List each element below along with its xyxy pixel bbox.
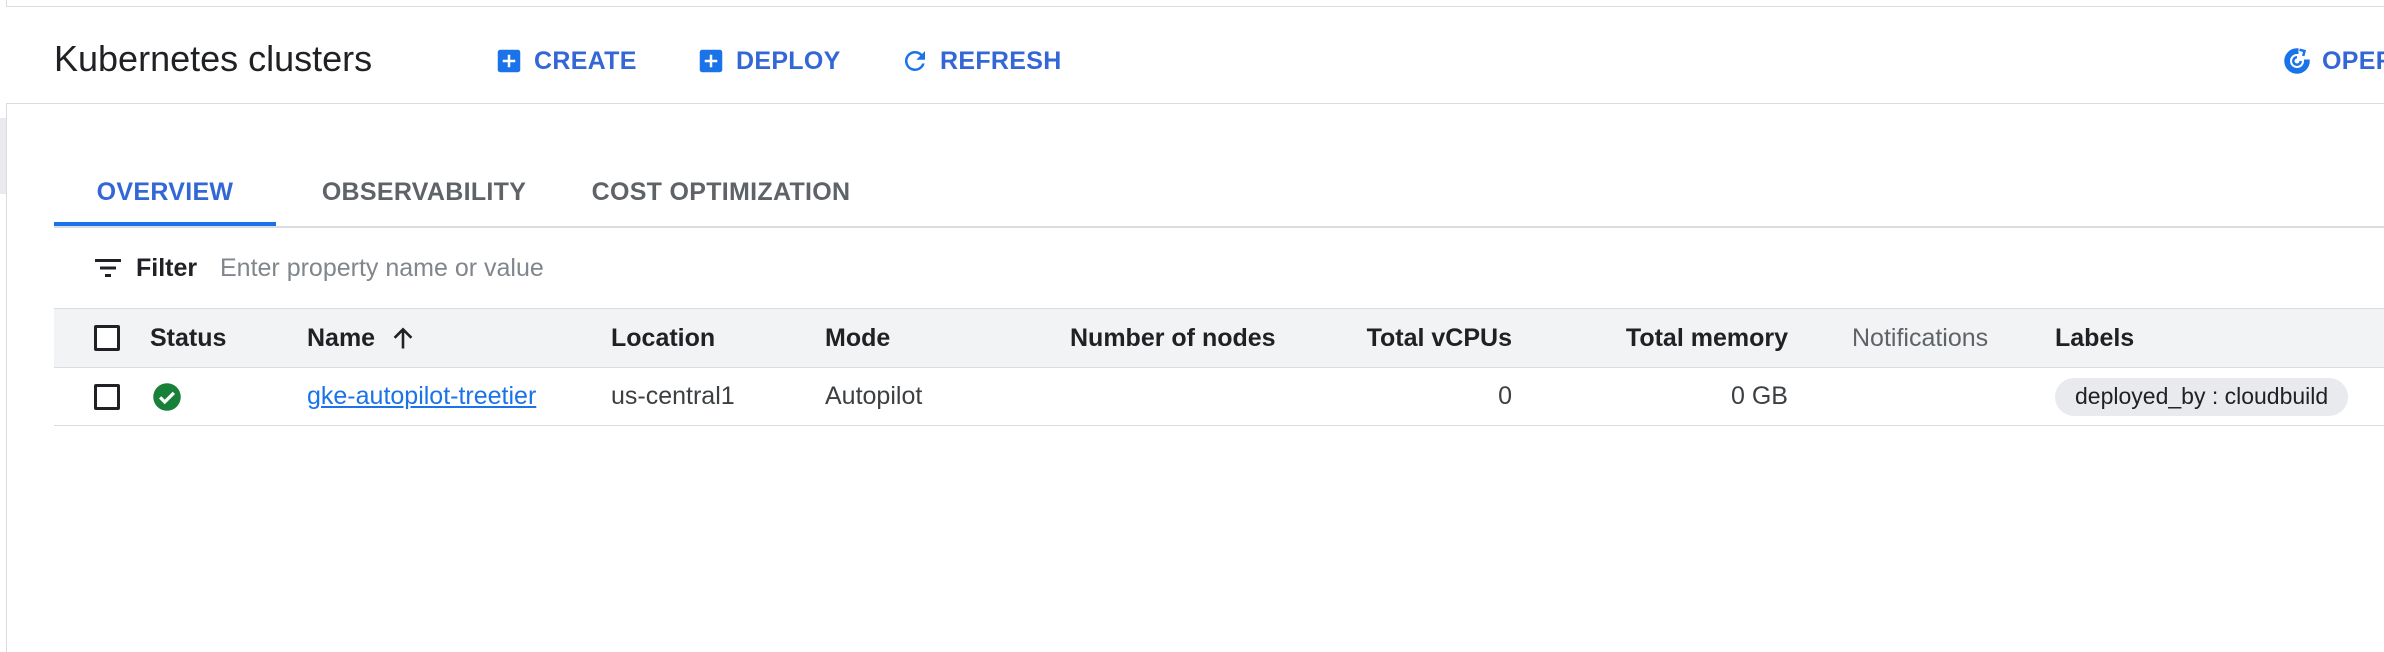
- column-header-location[interactable]: Location: [611, 309, 715, 367]
- page-header: Kubernetes clusters CREATE DEPLOY REFRES…: [6, 6, 2384, 104]
- row-select-cell: [94, 368, 120, 425]
- nav-rail-highlight: [0, 118, 6, 194]
- tab-cost-optimization[interactable]: COST OPTIMIZATION: [586, 160, 856, 224]
- status-cell: [152, 368, 182, 425]
- table-row[interactable]: gke-autopilot-treetier us-central1 Autop…: [54, 368, 2384, 426]
- select-all-cell: [94, 309, 120, 367]
- filter-label: Filter: [136, 254, 198, 282]
- page-title: Kubernetes clusters: [54, 38, 373, 79]
- table-header-row: Status Name Location Mode Number of node…: [54, 308, 2384, 368]
- column-header-name[interactable]: Name: [307, 309, 417, 367]
- deploy-button[interactable]: DEPLOY: [696, 39, 841, 83]
- create-button[interactable]: CREATE: [494, 39, 637, 83]
- arrow-upward-icon: [393, 327, 413, 349]
- filter-list-icon: [95, 259, 121, 277]
- column-header-mode[interactable]: Mode: [825, 309, 890, 367]
- row-checkbox[interactable]: [94, 383, 120, 410]
- vcpus-cell: 0: [1498, 382, 1512, 410]
- column-header-vcpus[interactable]: Total vCPUs: [1294, 309, 1512, 367]
- operations-button-label: OPER: [2322, 46, 2384, 75]
- tab-overview[interactable]: OVERVIEW: [54, 160, 276, 226]
- add-box-icon: [699, 49, 723, 73]
- operations-icon: [2284, 48, 2310, 74]
- operations-button[interactable]: OPER: [2282, 39, 2384, 83]
- clusters-table: Status Name Location Mode Number of node…: [54, 308, 2384, 426]
- label-chip[interactable]: deployed_by : cloudbuild: [2055, 377, 2349, 416]
- column-header-memory[interactable]: Total memory: [1574, 309, 1788, 367]
- column-header-name-label: Name: [307, 323, 376, 352]
- check-circle-icon: [153, 382, 181, 411]
- refresh-button[interactable]: REFRESH: [900, 39, 1062, 83]
- refresh-button-label: REFRESH: [940, 46, 1062, 75]
- create-button-label: CREATE: [534, 46, 637, 75]
- filter-bar: Filter: [54, 236, 2384, 300]
- page: Kubernetes clusters CREATE DEPLOY REFRES…: [0, 0, 2384, 652]
- add-box-icon: [497, 49, 521, 73]
- mode-cell: Autopilot: [825, 382, 923, 410]
- column-header-nodes[interactable]: Number of nodes: [1070, 309, 1276, 367]
- column-header-status[interactable]: Status: [150, 309, 226, 367]
- select-all-checkbox[interactable]: [94, 325, 120, 351]
- location-cell: us-central1: [611, 382, 735, 410]
- cluster-name-cell: gke-autopilot-treetier: [307, 368, 536, 425]
- cluster-name-link[interactable]: gke-autopilot-treetier: [307, 382, 536, 411]
- tab-observability[interactable]: OBSERVABILITY: [322, 160, 526, 224]
- filter-input[interactable]: [220, 246, 1120, 290]
- memory-cell: 0 GB: [1731, 382, 1788, 410]
- labels-cell: deployed_by : cloudbuild: [2055, 368, 2349, 425]
- tab-bar: OVERVIEW OBSERVABILITY COST OPTIMIZATION: [54, 160, 2384, 228]
- refresh-icon: [904, 50, 925, 71]
- deploy-button-label: DEPLOY: [736, 46, 841, 75]
- column-header-labels[interactable]: Labels: [2055, 309, 2134, 367]
- column-header-notifications: Notifications: [1852, 323, 1989, 352]
